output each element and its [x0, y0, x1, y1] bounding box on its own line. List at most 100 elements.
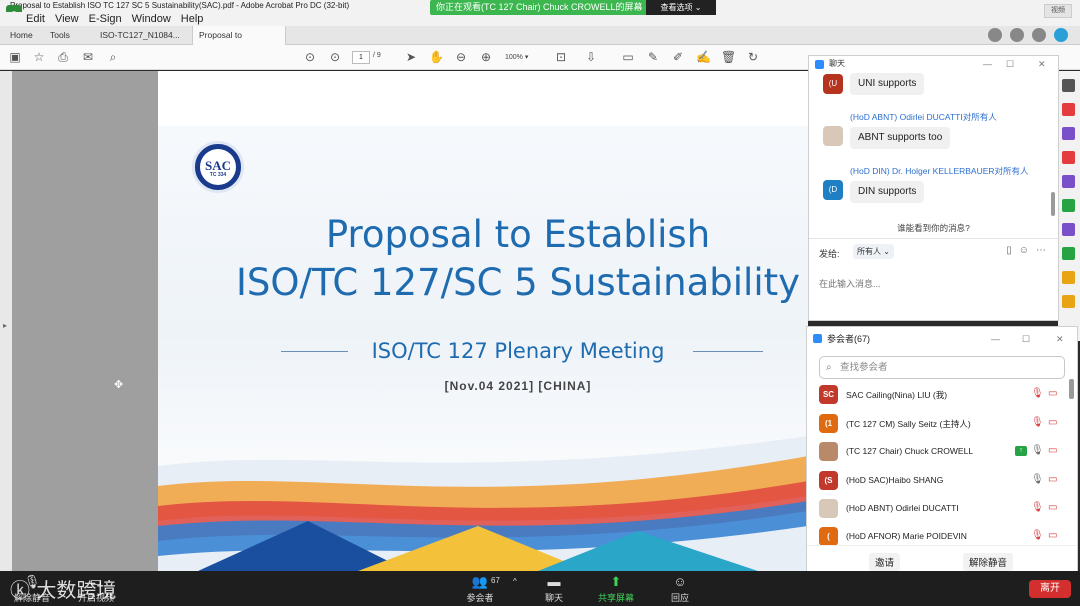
chat-message-sender: (HoD DIN) Dr. Holger KELLERBAUER对所有人 — [850, 166, 1029, 176]
comment-tool-icon[interactable] — [1062, 175, 1075, 188]
participant-row[interactable]: (TC 127 Chair) Chuck CROWELL ↑ 🎙 ▭ — [807, 438, 1063, 466]
close-icon[interactable]: ✕ — [1038, 56, 1046, 72]
avatar: (1 — [819, 414, 838, 433]
slide-date: [Nov.04 2021] [CHINA] — [444, 379, 592, 393]
draw-icon[interactable]: ✐ — [671, 50, 685, 64]
participant-name: (HoD SAC)Haibo SHANG — [846, 475, 944, 485]
participant-row[interactable]: (1 (TC 127 CM) Sally Seitz (主持人) 🎙 ▭ — [807, 410, 1063, 438]
participant-name: (HoD AFNOR) Marie POIDEVIN — [846, 531, 967, 541]
page-up-icon[interactable]: ⊙ — [303, 50, 317, 64]
close-icon[interactable]: ✕ — [1056, 327, 1064, 351]
zoom-in-icon[interactable]: ⊕ — [479, 50, 493, 64]
participants-scrollbar[interactable] — [1069, 379, 1074, 399]
print-icon[interactable]: ⎙ — [56, 50, 70, 64]
leave-button[interactable]: 离开 — [1029, 580, 1071, 598]
chat-button[interactable]: ▬ 聊天 — [524, 573, 584, 604]
slide-title-line1: Proposal to Establish — [325, 213, 711, 256]
unmute-all-button[interactable]: 解除静音 — [963, 553, 1014, 571]
screen-share-banner-text: 你正在观看(TC 127 Chair) Chuck CROWELL的屏幕 — [436, 2, 643, 12]
participant-row[interactable]: (HoD ABNT) Odirlei DUCATTI 🎙 ▭ — [807, 495, 1063, 523]
highlight-icon[interactable]: ✎ — [646, 50, 660, 64]
organize-pages-icon[interactable] — [1062, 223, 1075, 236]
comment-bubble-icon[interactable] — [988, 28, 1002, 42]
search-icon[interactable]: ⌕ — [106, 50, 120, 64]
zoom-level-select[interactable]: 100% ▾ — [505, 51, 543, 64]
fit-page-icon[interactable]: ⊡ — [554, 50, 568, 64]
help-icon[interactable] — [1010, 28, 1024, 42]
edit-pdf-icon[interactable] — [1062, 127, 1075, 140]
invite-button[interactable]: 邀请 — [869, 553, 901, 571]
video-thumbnail-box[interactable]: 视频 — [1044, 4, 1072, 18]
share-screen-button[interactable]: ⬆ 共享屏幕 — [586, 573, 646, 604]
star-icon[interactable]: ☆ — [32, 50, 46, 64]
create-pdf-icon[interactable] — [1062, 151, 1075, 164]
video-off-icon: ▭ — [1048, 417, 1058, 428]
tab-iso-tc127-doc[interactable]: ISO-TC127_N1084... — [94, 26, 186, 45]
send-to-dropdown[interactable]: 所有人 ⌄ — [853, 244, 894, 259]
reactions-button[interactable]: ☺ 回应 — [650, 573, 710, 604]
rotate-icon[interactable]: ↻ — [746, 50, 760, 64]
tab-tools[interactable]: Tools — [44, 26, 76, 45]
chat-scrollbar[interactable] — [1051, 192, 1055, 216]
participant-row[interactable]: SC SAC Cailing(Nina) LIU (我) 🎙 ▭ — [807, 381, 1063, 409]
participant-name: (TC 127 CM) Sally Seitz (主持人) — [846, 419, 971, 429]
zoom-tool-icon[interactable] — [1062, 79, 1075, 92]
avatar — [819, 499, 838, 518]
reactions-label: 回应 — [670, 593, 689, 603]
bell-icon[interactable] — [1032, 28, 1046, 42]
tab-proposal-doc[interactable]: Proposal to Establis...× — [192, 26, 286, 59]
email-icon[interactable]: ✉ — [81, 50, 95, 64]
chat-divider — [809, 238, 1058, 239]
minimize-icon[interactable]: — — [991, 327, 1000, 351]
scan-icon[interactable] — [1062, 247, 1075, 260]
stamp-icon[interactable]: ✍ — [696, 50, 711, 64]
file-attach-icon[interactable]: ▯ — [1006, 245, 1012, 256]
scroll-mode-icon[interactable]: ⇩ — [584, 50, 598, 64]
chat-message-input[interactable] — [819, 264, 1049, 304]
expand-panel-icon[interactable]: ▸ — [3, 321, 7, 330]
page-down-icon[interactable]: ⊙ — [328, 50, 342, 64]
acrobat-right-tools — [1058, 71, 1080, 341]
more-options-icon[interactable]: ⋯ — [1036, 245, 1046, 256]
mic-muted-icon: 🎙 — [1031, 388, 1044, 399]
participant-row[interactable]: ( (HoD AFNOR) Marie POIDEVIN 🎙 ▭ — [807, 523, 1063, 545]
emoji-icon[interactable]: ☺ — [1019, 245, 1029, 256]
menu-esign[interactable]: E-Sign — [89, 12, 122, 26]
participant-row[interactable]: (S (HoD SAC)Haibo SHANG 🎙 ▭ — [807, 467, 1063, 495]
menu-window[interactable]: Window — [132, 12, 171, 26]
zoom-out-icon[interactable]: ⊖ — [454, 50, 468, 64]
watermark-logo: ⓚ 大数跨境 — [10, 578, 117, 602]
user-avatar-icon[interactable] — [1054, 28, 1068, 42]
left-panel-rail[interactable]: ▸ — [0, 71, 12, 571]
page-number-input[interactable]: 1 — [352, 51, 370, 64]
save-icon[interactable]: ▣ — [8, 50, 22, 64]
share-screen-label: 共享屏幕 — [597, 593, 634, 603]
view-options-button[interactable]: 查看选项 ⌄ — [646, 0, 716, 15]
participant-name: (TC 127 Chair) Chuck CROWELL — [846, 446, 974, 456]
menu-edit[interactable]: Edit — [26, 12, 45, 26]
avatar: (S — [819, 471, 838, 490]
chat-message-bubble: ABNT supports too — [850, 127, 951, 149]
mic-icon: 🎙 — [1031, 474, 1044, 485]
pdf-page: SAC TC 334 Proposal to Establish ISO/TC … — [158, 71, 808, 571]
who-can-see-link[interactable]: 谁能看到你的消息? — [809, 222, 1058, 234]
menu-view[interactable]: View — [55, 12, 79, 26]
comment-icon[interactable]: ▭ — [621, 50, 635, 64]
participant-search-input[interactable]: ⌕ 查找参会者 — [819, 356, 1065, 379]
participant-name: (HoD ABNT) Odirlei DUCATTI — [846, 503, 959, 513]
maximize-icon[interactable]: ☐ — [1022, 327, 1030, 351]
fill-sign-icon[interactable] — [1062, 295, 1075, 308]
minimize-icon[interactable]: — — [983, 56, 992, 72]
maximize-icon[interactable]: ☐ — [1006, 56, 1014, 72]
protect-icon[interactable] — [1062, 271, 1075, 284]
menu-help[interactable]: Help — [181, 12, 204, 26]
chevron-up-icon[interactable]: ^ — [513, 577, 517, 586]
delete-icon[interactable]: 🗑 — [721, 50, 736, 64]
combine-files-icon[interactable] — [1062, 199, 1075, 212]
hand-tool-icon[interactable]: ✋ — [429, 50, 444, 64]
export-pdf-icon[interactable] — [1062, 103, 1075, 116]
tab-home[interactable]: Home — [4, 26, 39, 45]
participants-button[interactable]: 👥 参会者 — [450, 573, 510, 604]
select-cursor-icon[interactable]: ➤ — [404, 50, 418, 64]
emoji-plus-icon: ☺ — [673, 574, 687, 589]
